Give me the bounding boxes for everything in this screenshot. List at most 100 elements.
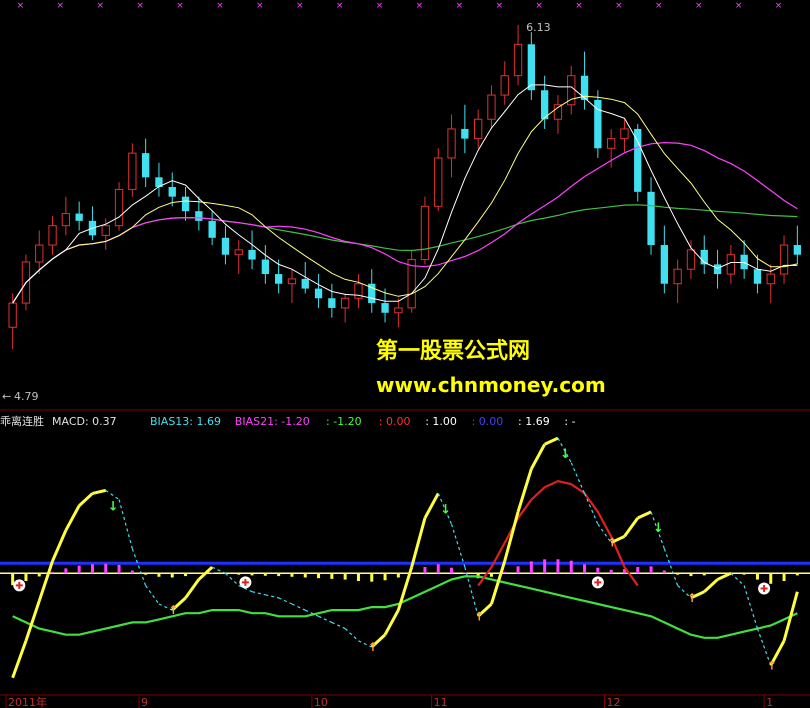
legend-item: BIAS21: -1.20 xyxy=(235,415,310,428)
yellow-bias-segment xyxy=(92,488,107,495)
low-price-arrow: ← xyxy=(2,390,11,403)
candle-body-down xyxy=(540,90,549,120)
yellow-bias-segment xyxy=(344,628,359,642)
candle-body-up xyxy=(101,225,110,236)
yellow-bias-segment xyxy=(131,548,147,586)
yellow-bias-segment xyxy=(78,492,94,507)
candle-body-up xyxy=(394,307,403,314)
candle-body-down xyxy=(753,269,762,284)
yellow-bias-segment xyxy=(743,585,759,629)
buy-arrow-icon: ↑ xyxy=(607,536,617,550)
ma60-line xyxy=(12,204,798,304)
top-marker: × xyxy=(695,1,703,11)
candle-body-up xyxy=(48,225,57,246)
candle-body-down xyxy=(381,303,389,313)
candle-body-down xyxy=(195,211,203,221)
yellow-bias-segment xyxy=(184,578,201,599)
yellow-bias-segment xyxy=(544,436,559,446)
plus-circle-icon xyxy=(13,579,26,592)
candle-body-down xyxy=(647,191,655,246)
candle-body-up xyxy=(35,244,44,263)
candle-body-up xyxy=(726,254,736,275)
candle-body-up xyxy=(434,157,443,207)
top-marker: × xyxy=(655,1,663,11)
candle-body-down xyxy=(713,264,722,275)
legend-item: BIAS13: 1.69 xyxy=(150,415,221,428)
candle-body-down xyxy=(261,259,270,275)
sell-arrow-icon: ↓ xyxy=(653,521,664,536)
yellow-bias-segment xyxy=(410,517,427,568)
yellow-bias-segment xyxy=(291,603,306,611)
top-marker: × xyxy=(615,1,623,11)
top-marker: × xyxy=(57,1,65,11)
buy-arrow-icon: ↑ xyxy=(168,603,178,617)
candle-body-down xyxy=(274,274,283,284)
top-marker: × xyxy=(535,1,543,11)
plus-circle-icon xyxy=(591,576,604,589)
candle-body-down xyxy=(314,288,323,299)
top-marker: × xyxy=(256,1,264,11)
macd-label: MACD: 0.37 xyxy=(52,415,117,428)
candle-body-down xyxy=(634,128,642,192)
candle-body-up xyxy=(487,94,496,120)
yellow-bias-segment xyxy=(782,591,799,642)
top-marker: × xyxy=(336,1,344,11)
candle-body-up xyxy=(606,138,616,149)
yellow-bias-segment xyxy=(64,505,81,531)
x-axis: 2011年 9 10 11 12 1 xyxy=(5,695,773,708)
candle-body-down xyxy=(461,128,469,139)
top-marker: × xyxy=(456,1,464,11)
high-price-label: 6.13 xyxy=(526,21,551,34)
x-tick-label: 10 xyxy=(314,696,328,708)
legend-item: : 1.69 xyxy=(518,415,550,428)
chart-canvas: × × × × × × × × × × × × × × × × × × × × ↓ ↑ ↑ ↓ ↑ ↓ ↑ ↓ ↑ ↑ 2011年 9 10… xyxy=(0,1,810,708)
x-tick-label: 1 xyxy=(766,696,773,708)
yellow-bias-segment xyxy=(211,566,226,574)
candle-body-down xyxy=(660,245,669,284)
candle-body-down xyxy=(301,278,309,289)
yellow-bias-segment xyxy=(251,591,266,596)
watermark-title: 第一股票公式网 xyxy=(376,338,530,364)
candle-body-up xyxy=(61,213,71,227)
candle-body-up xyxy=(673,268,682,285)
yellow-bias-segment xyxy=(118,499,133,549)
x-tick-label: 2011年 xyxy=(8,695,47,708)
yellow-bias-segment xyxy=(637,510,652,520)
candle-body-up xyxy=(340,297,350,309)
candle-body-up xyxy=(686,249,696,270)
candle-body-up xyxy=(407,259,416,309)
legend-item: : - xyxy=(564,415,575,428)
yellow-bias-segment xyxy=(11,640,28,679)
candle-body-down xyxy=(740,254,748,270)
yellow-bias-segment xyxy=(278,597,293,605)
candle-body-up xyxy=(420,205,430,261)
candle-body-down xyxy=(208,220,216,238)
sell-arrow-icon: ↓ xyxy=(560,447,571,462)
yellow-bias-segment xyxy=(503,511,520,562)
plus-circle-icon xyxy=(758,582,771,595)
top-marker: × xyxy=(775,1,783,11)
top-marker: × xyxy=(176,1,184,11)
candle-body-up xyxy=(8,302,17,328)
yellow-bias-segment xyxy=(516,468,533,513)
legend-item: : 0.00 xyxy=(472,415,504,428)
top-marker: × xyxy=(96,1,104,11)
top-marker: × xyxy=(376,1,384,11)
yellow-bias-segment xyxy=(225,572,240,587)
legend-item: : -1.20 xyxy=(326,415,362,428)
top-marker: × xyxy=(495,1,503,11)
candle-body-up xyxy=(500,75,509,96)
candle-body-up xyxy=(287,278,297,285)
yellow-bias-segment xyxy=(716,571,732,581)
yellow-bias-segment xyxy=(623,517,639,538)
top-marker: × xyxy=(416,1,424,11)
yellow-bias-segment xyxy=(423,492,440,519)
candle-body-down xyxy=(221,237,230,255)
sell-arrow-icon: ↓ xyxy=(108,499,119,514)
yellow-bias-segment xyxy=(730,572,745,587)
yellow-bias-segment xyxy=(703,578,719,593)
candle-body-up xyxy=(779,244,789,275)
stock-chart: × × × × × × × × × × × × × × × × × × × × ↓ ↑ ↑ ↓ ↑ ↓ ↑ ↓ ↑ ↑ 2011年 9 10… xyxy=(0,0,810,708)
top-marker: × xyxy=(136,1,144,11)
candle-body-up xyxy=(447,128,456,159)
